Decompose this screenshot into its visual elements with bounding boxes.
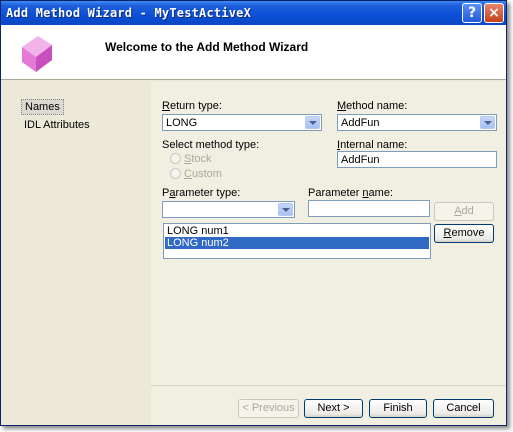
parameter-name-field[interactable] [308,200,430,217]
return-type-label: Return type: [162,100,222,112]
add-button[interactable]: Add [434,202,494,221]
previous-button[interactable]: < Previous [238,399,299,418]
remove-button[interactable]: Remove [434,224,494,243]
return-type-value: LONG [166,117,198,129]
title-bar[interactable]: Add Method Wizard - MyTestActiveX ? × [1,1,506,25]
help-button[interactable]: ? [462,3,482,23]
radio-circle-icon [170,153,181,164]
parameter-list[interactable]: LONG num1 LONG num2 [163,223,431,259]
finish-button[interactable]: Finish [369,399,427,418]
parameter-name-label: Parameter name: [308,187,394,199]
wizard-sidebar: Names IDL Attributes [1,81,151,425]
close-button[interactable]: × [484,3,504,23]
method-name-dropdown[interactable]: AddFun [337,114,497,131]
chevron-down-icon[interactable] [278,203,293,216]
sidebar-item-idl-attributes[interactable]: IDL Attributes [21,118,93,132]
sidebar-item-names[interactable]: Names [21,99,64,115]
method-type-label: Select method type: [162,139,260,151]
internal-name-label: Internal name: [337,139,408,151]
chevron-down-icon[interactable] [480,116,495,129]
internal-name-field[interactable]: AddFun [337,151,497,168]
list-item-selected[interactable]: LONG num2 [165,237,429,249]
radio-circle-icon [170,168,181,179]
add-method-wizard-window: Add Method Wizard - MyTestActiveX ? × We… [0,0,507,426]
wizard-header: Welcome to the Add Method Wizard [1,25,506,80]
window-title: Add Method Wizard - MyTestActiveX [6,6,252,20]
method-name-label: Method name: [337,100,408,112]
parameter-type-label: Parameter type: [162,187,241,199]
cancel-button[interactable]: Cancel [433,399,494,418]
next-button[interactable]: Next > [304,399,363,418]
custom-radio[interactable]: Custom [170,168,222,180]
method-name-value: AddFun [341,117,380,129]
pink-cube-icon [22,36,52,72]
page-heading: Welcome to the Add Method Wizard [105,40,309,54]
parameter-type-dropdown[interactable] [162,201,295,218]
internal-name-value: AddFun [341,154,380,166]
stock-radio[interactable]: Stock [170,153,212,165]
chevron-down-icon[interactable] [305,116,320,129]
return-type-dropdown[interactable]: LONG [162,114,322,131]
list-item[interactable]: LONG num1 [165,225,429,237]
